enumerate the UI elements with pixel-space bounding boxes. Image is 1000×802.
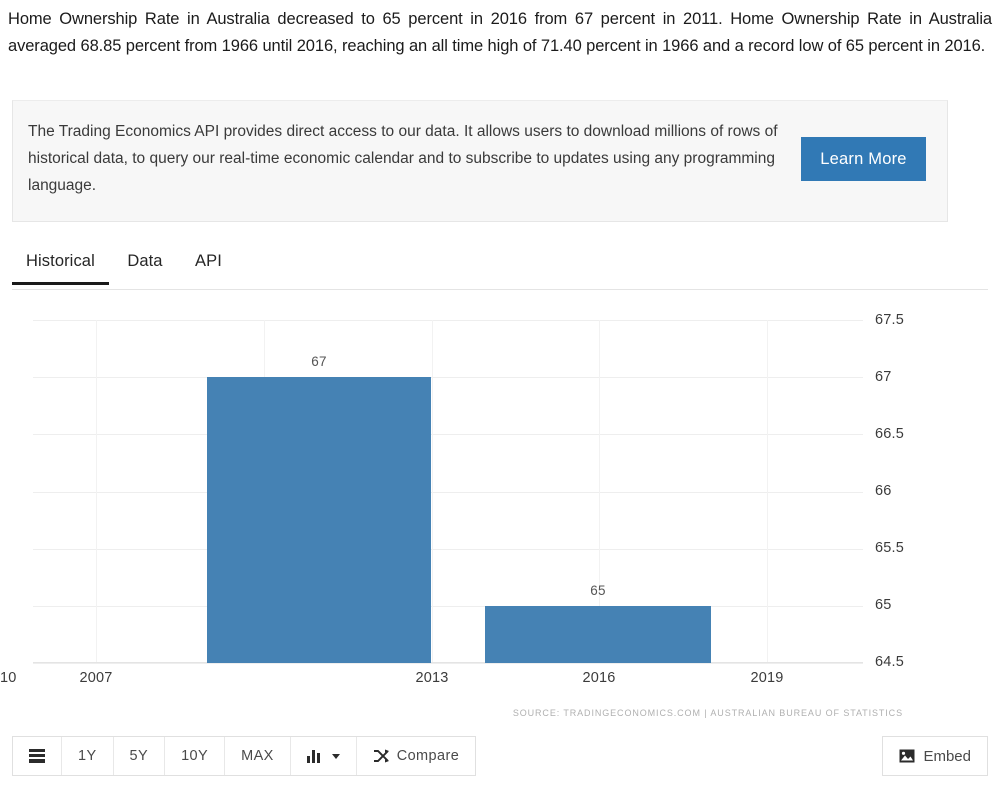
gridline-horizontal: [33, 320, 863, 321]
chart-toolbar: 1Y 5Y 10Y MAX Compare: [12, 736, 477, 776]
y-tick-label: 65: [875, 597, 892, 613]
chart-type-dropdown[interactable]: [290, 737, 357, 775]
range-button-5y[interactable]: 5Y: [113, 737, 166, 775]
x-tick-label: 2007: [79, 670, 113, 686]
bar-chart-icon: [306, 749, 323, 763]
x-tick-label: 2013: [415, 670, 449, 686]
gridline-horizontal: [33, 491, 863, 493]
x-tick-label: 2019: [750, 670, 784, 686]
gridline-horizontal: [33, 663, 863, 664]
compare-button[interactable]: Compare: [356, 737, 476, 775]
api-promo-box: The Trading Economics API provides direc…: [12, 100, 948, 222]
api-promo-text: The Trading Economics API provides direc…: [28, 123, 778, 194]
chevron-down-icon: [331, 753, 340, 759]
y-tick-label: 65.5: [875, 540, 905, 556]
gridline-vertical: [767, 320, 768, 663]
range-button-10y[interactable]: 10Y: [165, 737, 226, 775]
range-button-1y[interactable]: 1Y: [62, 737, 114, 775]
bar-value-label: 65: [590, 582, 606, 598]
shuffle-icon: [373, 749, 389, 763]
y-tick-label: 64.5: [875, 654, 905, 670]
image-icon: [899, 749, 915, 763]
gridline-horizontal: [33, 605, 863, 607]
range-button-max[interactable]: MAX: [225, 737, 291, 775]
tab-bar: Historical Data API: [12, 246, 988, 290]
chart[interactable]: 67 65 67.5 67 66.5 66 65.5 65 64.5 2007 2…: [0, 300, 1000, 720]
x-axis-line: [33, 662, 863, 663]
y-tick-label: 67.5: [875, 312, 905, 328]
intro-paragraph: Home Ownership Rate in Australia decreas…: [8, 10, 992, 55]
x-tick-label: 2016: [582, 670, 616, 686]
y-tick-label: 66.5: [875, 426, 905, 442]
tab-api[interactable]: API: [181, 246, 236, 284]
gridline-horizontal: [33, 434, 863, 436]
x-tick-label: 2010: [0, 670, 17, 686]
chart-bar[interactable]: [485, 605, 711, 663]
embed-label: Embed: [923, 747, 971, 765]
chart-source-attribution: SOURCE: TRADINGECONOMICS.COM | AUSTRALIA…: [512, 708, 903, 718]
gridline-vertical: [96, 320, 97, 663]
bar-value-label: 67: [311, 354, 327, 370]
gridline-horizontal: [33, 548, 863, 550]
y-tick-label: 66: [875, 483, 892, 499]
chart-bar[interactable]: [207, 377, 431, 663]
plot-area: 67 65: [33, 320, 863, 664]
y-tick-label: 67: [875, 369, 892, 385]
compare-label: Compare: [396, 748, 460, 764]
tab-data[interactable]: Data: [113, 246, 176, 284]
calendar-rows-button[interactable]: [13, 737, 62, 775]
learn-more-button[interactable]: Learn More: [801, 137, 926, 181]
gridline-vertical: [432, 320, 433, 663]
gridline-horizontal: [33, 377, 863, 379]
embed-button[interactable]: Embed: [882, 736, 988, 776]
tab-historical[interactable]: Historical: [12, 246, 109, 285]
calendar-rows-icon: [29, 748, 45, 764]
